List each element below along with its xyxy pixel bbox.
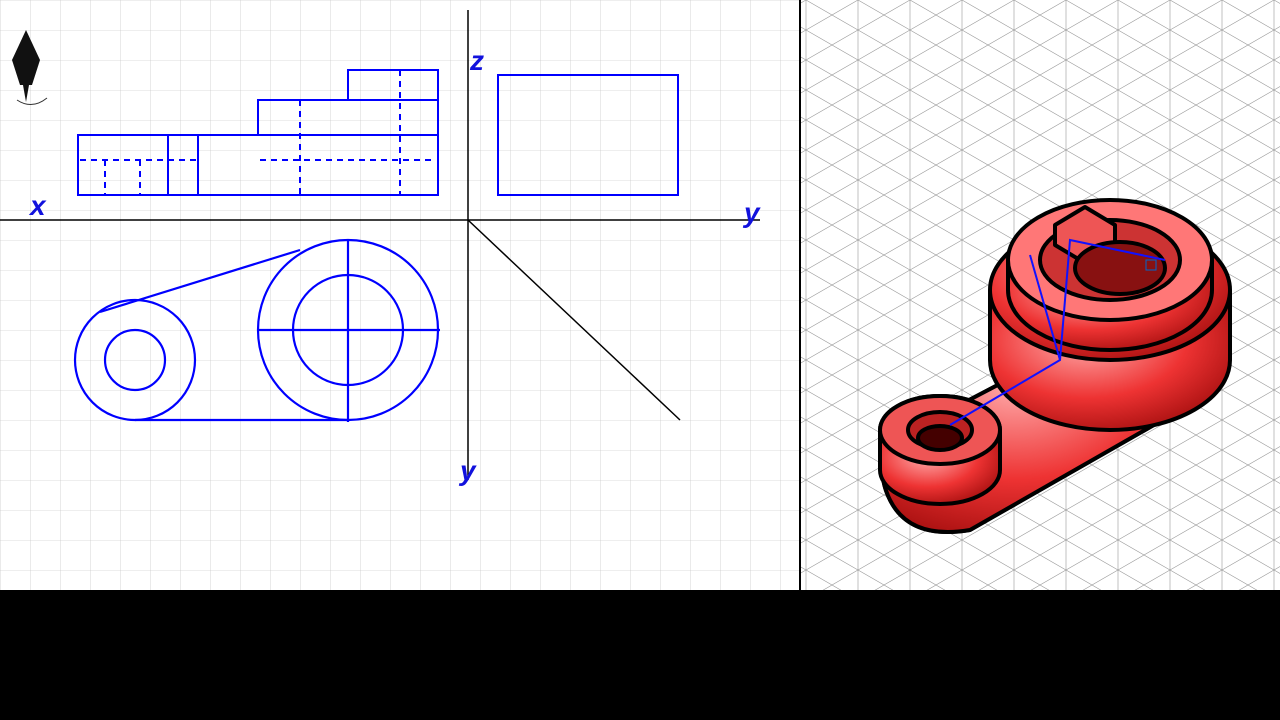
axis-z-label: z bbox=[469, 45, 484, 76]
axis-y-right-label: y bbox=[742, 197, 761, 228]
axis-y-bottom-label: y bbox=[458, 455, 477, 486]
drawing-canvas[interactable]: x y z y bbox=[0, 0, 1280, 590]
axis-x-label: x bbox=[28, 190, 47, 221]
